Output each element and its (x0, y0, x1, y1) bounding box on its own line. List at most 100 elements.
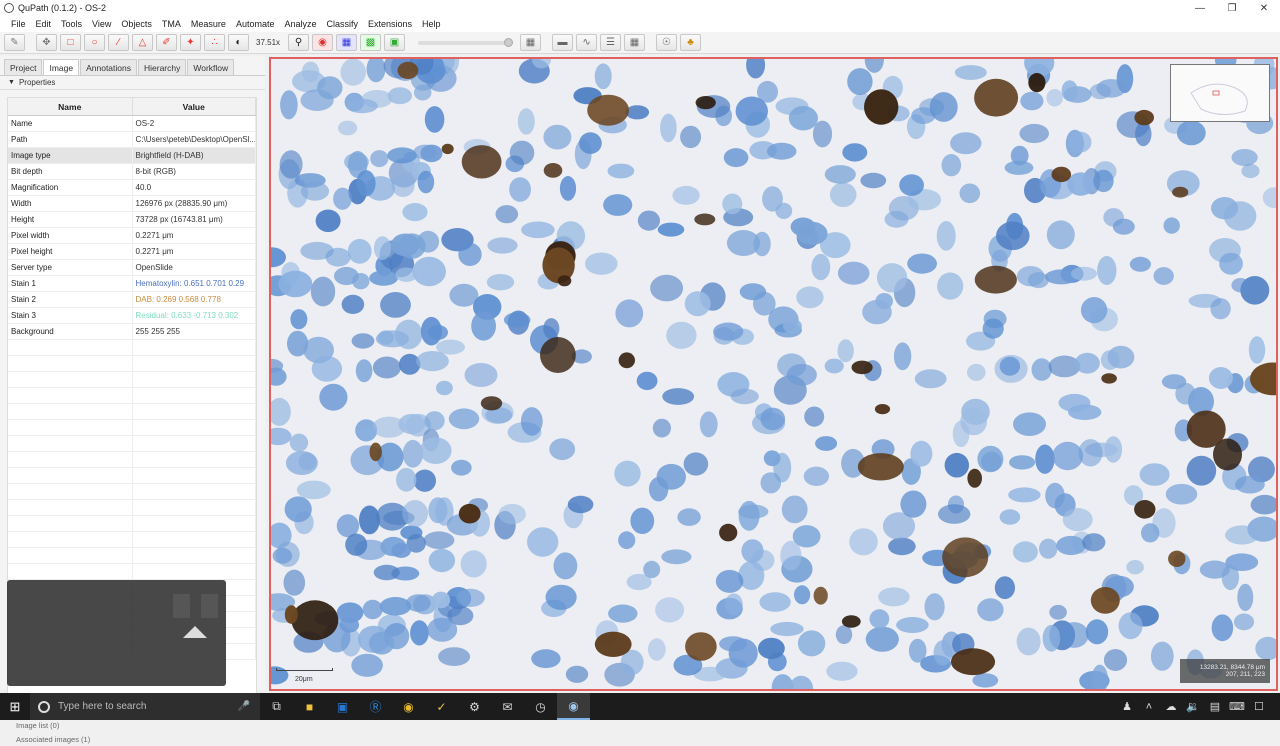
table-row[interactable]: Stain 2 DAB: 0.269 0.568 0.778 (8, 292, 256, 308)
app-button-1[interactable]: ✓ (425, 693, 458, 720)
table-row[interactable]: Width 126976 px (28835.90 μm) (8, 196, 256, 212)
rectangle-tool-button[interactable]: □ (60, 34, 81, 51)
menu-classify[interactable]: Classify (322, 19, 364, 29)
column-header-value[interactable]: Value (133, 98, 256, 115)
pan-tool-button[interactable]: ✥ (36, 34, 57, 51)
opacity-slider[interactable] (418, 37, 514, 47)
table-row[interactable]: Image type Brightfield (H-DAB) (8, 148, 256, 164)
minimize-button[interactable]: — (1184, 0, 1216, 16)
tab-hierarchy[interactable]: Hierarchy (138, 59, 187, 75)
brush-tool-button[interactable]: ✐ (156, 34, 177, 51)
table-row[interactable]: Pixel width 0.2271 μm (8, 228, 256, 244)
image-viewer[interactable]: 20μm 13283.21, 8344.78 μm 207, 211, 223 (269, 57, 1278, 691)
table-row[interactable]: Path C:\Users\peteb\Desktop\OpenSl... (8, 132, 256, 148)
ellipse-tool-button[interactable]: ○ (84, 34, 105, 51)
show-location-button[interactable]: ∿ (576, 34, 598, 51)
menu-tools[interactable]: Tools (56, 19, 87, 29)
people-icon[interactable]: ♟ (1116, 700, 1138, 713)
measurement-button[interactable]: ☉ (656, 34, 678, 51)
notifications-icon[interactable]: ☐ (1248, 700, 1270, 713)
line-tool-button[interactable]: ∕ (108, 34, 129, 51)
menu-file[interactable]: File (6, 19, 31, 29)
show-overview-button[interactable]: ▬ (552, 34, 574, 51)
maximize-button[interactable]: ❐ (1216, 0, 1248, 16)
overview-thumbnail[interactable] (1170, 64, 1270, 122)
windows-start-button[interactable]: ⊞ (0, 693, 30, 720)
table-row[interactable]: Height 73728 px (16743.81 μm) (8, 212, 256, 228)
magnifier-icon: ⚲ (294, 37, 303, 48)
chrome-button[interactable]: ◉ (392, 693, 425, 720)
wand-tool-button[interactable]: ✦ (180, 34, 201, 51)
menu-automate[interactable]: Automate (231, 19, 280, 29)
column-header-name[interactable]: Name (8, 98, 133, 115)
fill-detections-button[interactable]: ▣ (384, 34, 406, 51)
menu-edit[interactable]: Edit (31, 19, 57, 29)
table-row[interactable]: Background 255 255 255 (8, 324, 256, 340)
menu-help[interactable]: Help (417, 19, 446, 29)
taskbar-search[interactable]: Type here to search 🎤 (30, 693, 260, 720)
points-tool-button[interactable]: ∴ (204, 34, 225, 51)
scale-bar (276, 668, 333, 671)
volume-icon[interactable]: 🔉 (1182, 700, 1204, 713)
empty-row (8, 532, 256, 548)
image-list-tab[interactable]: Image list (0) (0, 718, 265, 732)
tissue-image[interactable] (271, 59, 1276, 689)
edge-button[interactable]: Ⓡ (359, 693, 392, 720)
table-row[interactable]: Magnification 40.0 (8, 180, 256, 196)
tab-image[interactable]: Image (43, 59, 80, 75)
empty-row (8, 436, 256, 452)
microphone-icon: 🎤 (237, 701, 250, 712)
clock-app-button[interactable]: ◷ (524, 693, 557, 720)
cursor-coordinates: 13283.21, 8344.78 μm (1199, 664, 1265, 671)
properties-header[interactable]: ▼ Properties (0, 76, 265, 90)
close-button[interactable]: ✕ (1248, 0, 1280, 16)
tab-project[interactable]: Project (4, 59, 43, 75)
menu-objects[interactable]: Objects (116, 19, 157, 29)
tab-annotations[interactable]: Annotations (80, 59, 137, 75)
windows-logo-icon: ⊞ (9, 698, 21, 714)
cursor-rgb: 207, 211, 223 (1225, 671, 1265, 678)
slider-knob[interactable] (504, 37, 514, 47)
show-detections-button[interactable]: ▩ (360, 34, 382, 51)
property-value: OpenSlide (133, 260, 256, 275)
menu-extensions[interactable]: Extensions (363, 19, 417, 29)
onedrive-icon[interactable]: ☁ (1160, 700, 1182, 713)
polygon-tool-button[interactable]: △ (132, 34, 153, 51)
empty-row (8, 452, 256, 468)
tab-workflow[interactable]: Workflow (187, 59, 235, 75)
table-row[interactable]: Name OS-2 (8, 116, 256, 132)
zoom-to-fit-button[interactable]: ⚲ (288, 34, 310, 51)
app-icon-1: ✓ (436, 699, 447, 714)
menu-tma[interactable]: TMA (157, 19, 186, 29)
mail-button[interactable]: ✉ (491, 693, 524, 720)
menu-measure[interactable]: Measure (186, 19, 231, 29)
task-view-button[interactable]: ⧉ (260, 693, 293, 720)
table-row[interactable]: Bit depth 8-bit (RGB) (8, 164, 256, 180)
keyboard-icon[interactable]: ⌨ (1226, 700, 1248, 713)
candle-icon: ♣ (687, 37, 694, 48)
network-icon[interactable]: ▤ (1204, 700, 1226, 713)
qupath-taskbar-button[interactable]: ◉ (557, 693, 590, 720)
log-viewer-button[interactable]: ♣ (680, 34, 702, 51)
show-grid-button[interactable]: ▦ (520, 34, 542, 51)
show-tma-grid-button[interactable]: ▦ (336, 34, 358, 51)
table-row[interactable]: Stain 3 Residual: 0.633 -0.713 0.302 (8, 308, 256, 324)
table-row[interactable]: Server type OpenSlide (8, 260, 256, 276)
qupath-icon: ◉ (568, 698, 579, 713)
menu-analyze[interactable]: Analyze (279, 19, 321, 29)
brightness-contrast-button[interactable]: ◐ (228, 34, 249, 51)
show-scalebar-button[interactable]: ☰ (600, 34, 622, 51)
property-name: Background (8, 324, 133, 339)
settings-button[interactable]: ⚙ (458, 693, 491, 720)
table-row[interactable]: Stain 1 Hematoxylin: 0.651 0.701 0.29 (8, 276, 256, 292)
menu-view[interactable]: View (87, 19, 116, 29)
property-value: 126976 px (28835.90 μm) (133, 196, 256, 211)
associated-images-tab[interactable]: Associated images (1) (0, 732, 265, 746)
file-explorer-button[interactable]: ■ (293, 693, 326, 720)
table-row[interactable]: Pixel height 0.2271 μm (8, 244, 256, 260)
show-pixel-grid-button[interactable]: ▦ (624, 34, 646, 51)
outlook-button[interactable]: ▣ (326, 693, 359, 720)
show-annotations-button[interactable]: ◉ (312, 34, 334, 51)
move-tool-button[interactable]: ✎ (4, 34, 25, 51)
chevron-up-icon[interactable]: ˄ (1138, 701, 1160, 713)
